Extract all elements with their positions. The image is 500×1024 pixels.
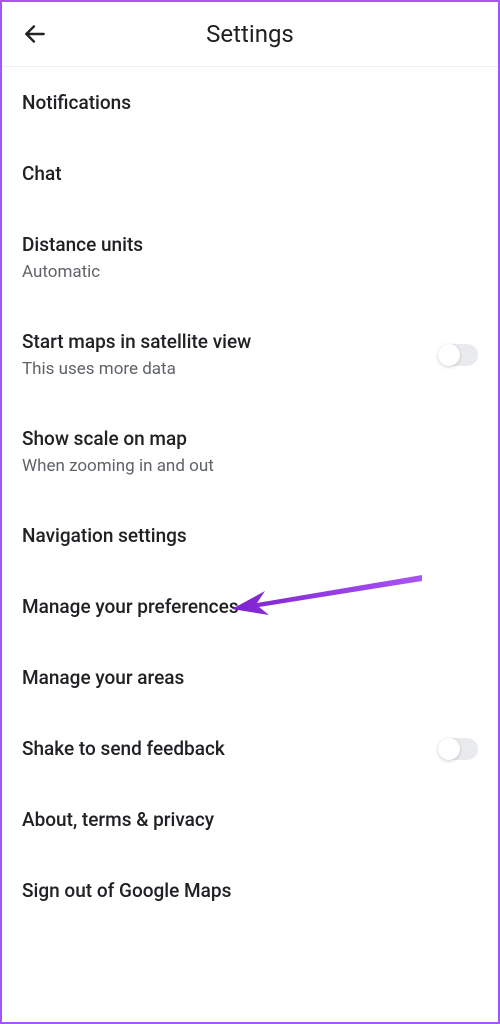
setting-text: Notifications: [22, 91, 131, 114]
setting-preferences[interactable]: Manage your preferences: [2, 571, 498, 642]
back-button[interactable]: [22, 21, 48, 47]
toggle-satellite[interactable]: [438, 344, 478, 366]
setting-text: Distance units Automatic: [22, 233, 143, 282]
setting-text: Manage your areas: [22, 666, 184, 689]
setting-areas[interactable]: Manage your areas: [2, 642, 498, 713]
settings-list: Notifications Chat Distance units Automa…: [2, 67, 498, 926]
setting-distance-units[interactable]: Distance units Automatic: [2, 209, 498, 306]
setting-satellite-view[interactable]: Start maps in satellite view This uses m…: [2, 306, 498, 403]
setting-shake-feedback[interactable]: Shake to send feedback: [2, 713, 498, 784]
setting-title: Start maps in satellite view: [22, 330, 251, 353]
setting-title: Sign out of Google Maps: [22, 879, 231, 902]
setting-title: Notifications: [22, 91, 131, 114]
setting-title: Manage your preferences: [22, 595, 239, 618]
setting-about[interactable]: About, terms & privacy: [2, 784, 498, 855]
header: Settings: [2, 2, 498, 67]
setting-chat[interactable]: Chat: [2, 138, 498, 209]
setting-text: Navigation settings: [22, 524, 187, 547]
setting-text: Shake to send feedback: [22, 737, 225, 760]
setting-text: About, terms & privacy: [22, 808, 214, 831]
back-arrow-icon: [22, 21, 48, 47]
page-title: Settings: [22, 20, 478, 48]
toggle-shake[interactable]: [438, 738, 478, 760]
setting-text: Sign out of Google Maps: [22, 879, 231, 902]
setting-text: Chat: [22, 162, 62, 185]
setting-title: Chat: [22, 162, 62, 185]
setting-text: Start maps in satellite view This uses m…: [22, 330, 251, 379]
setting-subtitle: Automatic: [22, 262, 143, 282]
setting-title: Navigation settings: [22, 524, 187, 547]
setting-title: About, terms & privacy: [22, 808, 214, 831]
setting-text: Show scale on map When zooming in and ou…: [22, 427, 214, 476]
setting-title: Manage your areas: [22, 666, 184, 689]
setting-title: Distance units: [22, 233, 143, 256]
setting-navigation[interactable]: Navigation settings: [2, 500, 498, 571]
setting-subtitle: When zooming in and out: [22, 456, 214, 476]
setting-signout[interactable]: Sign out of Google Maps: [2, 855, 498, 926]
setting-title: Show scale on map: [22, 427, 214, 450]
setting-show-scale[interactable]: Show scale on map When zooming in and ou…: [2, 403, 498, 500]
setting-text: Manage your preferences: [22, 595, 239, 618]
setting-notifications[interactable]: Notifications: [2, 67, 498, 138]
setting-title: Shake to send feedback: [22, 737, 225, 760]
setting-subtitle: This uses more data: [22, 359, 251, 379]
